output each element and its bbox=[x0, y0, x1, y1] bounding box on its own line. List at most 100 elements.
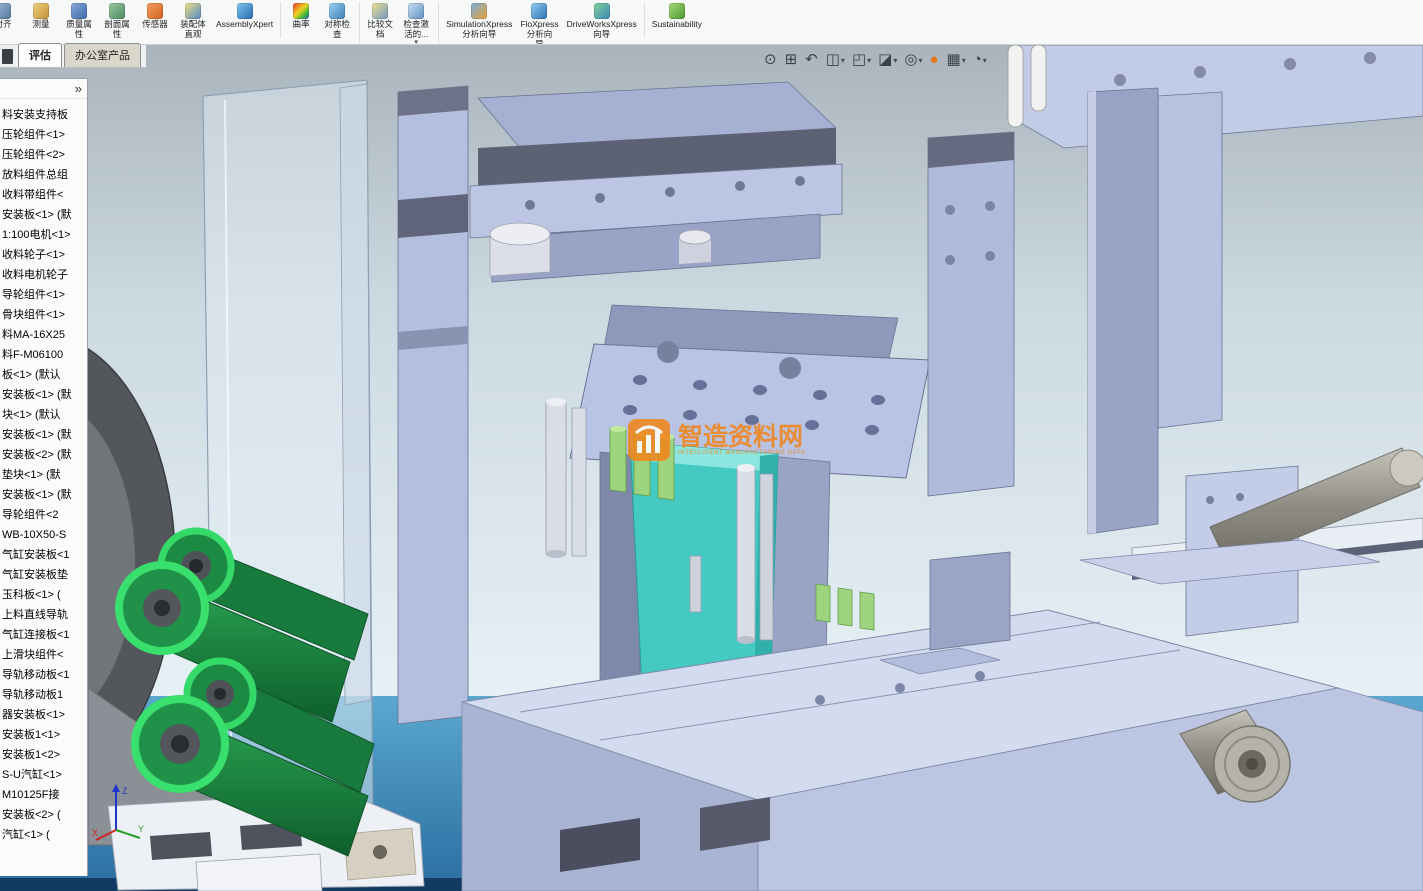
feature-tree-item[interactable]: 收料轮子<1> bbox=[0, 245, 87, 265]
ribbon-tool[interactable]: 检查激 活的... ▾ bbox=[397, 2, 435, 44]
apply-scene-icon: ▦ bbox=[946, 51, 961, 68]
ribbon-tool-label: 质量属 性 bbox=[66, 19, 92, 39]
feature-tree-item[interactable]: 收料电机轮子 bbox=[0, 265, 87, 285]
ribbon-tool[interactable]: 装配体 直观 bbox=[174, 2, 212, 44]
feature-tree-item[interactable]: 气缸安装板垫 bbox=[0, 565, 87, 585]
feature-tree-header: » bbox=[0, 79, 87, 99]
feature-tree-item[interactable]: 料F-M06100 bbox=[0, 345, 87, 365]
feature-tree-item[interactable]: 气缸连接板<1 bbox=[0, 625, 87, 645]
apply-scene-button[interactable]: ▦ ▾ bbox=[945, 50, 968, 70]
graphics-viewport[interactable] bbox=[0, 45, 1423, 891]
ribbon-tool[interactable]: FloXpress 分析向 导 bbox=[516, 2, 562, 45]
collapse-panel-button[interactable]: » bbox=[75, 80, 82, 98]
feature-tree-item[interactable]: 气缸安装板<1 bbox=[0, 545, 87, 565]
view-settings-button[interactable]: ◔ ▾ bbox=[971, 50, 989, 70]
dropdown-arrow-icon: ▾ bbox=[982, 55, 987, 65]
dropdown-arrow-icon: ▾ bbox=[867, 55, 872, 65]
triad-x-label: X bbox=[92, 828, 98, 838]
ribbon-tool[interactable]: 测量 bbox=[22, 2, 60, 38]
edit-appearance-button[interactable]: ● bbox=[927, 50, 941, 70]
ribbon-tool[interactable]: SimulationXpress 分析向导 bbox=[438, 2, 516, 44]
viewport-3d-scene bbox=[0, 45, 1423, 891]
feature-tree-item[interactable]: 器安装板<1> bbox=[0, 705, 87, 725]
ribbon-tool-label: Sustainability bbox=[651, 19, 702, 29]
ribbon-tool-label: 测量 bbox=[32, 19, 50, 29]
ribbon-tool[interactable]: Sustainability bbox=[643, 2, 706, 38]
ribbon-tool-label: FloXpress 分析向 导 bbox=[520, 19, 559, 45]
ribbon-tool[interactable]: 曲率 bbox=[280, 2, 318, 38]
feature-tree-item[interactable]: 上滑块组件< bbox=[0, 645, 87, 665]
upper-plate-assembly[interactable] bbox=[469, 81, 843, 283]
ribbon-toolbar: 对齐 测量 质量属 性 剖面属 性 传感器 装配体 直观 AssemblyXpe… bbox=[0, 0, 1423, 45]
feature-tree-item[interactable]: S-U汽缸<1> bbox=[0, 765, 87, 785]
orientation-triad[interactable]: Z X Y bbox=[90, 780, 146, 849]
feature-tree-item[interactable]: 上料直线导轨 bbox=[0, 605, 87, 625]
ribbon-tool-label: 对称检 查 bbox=[324, 19, 350, 39]
feature-tree-item[interactable]: 板<1> (默认 bbox=[0, 365, 87, 385]
view-orientation-button[interactable]: ◰ ▾ bbox=[850, 50, 873, 70]
assemblyxpert-icon bbox=[236, 3, 253, 19]
triad-z-label: Z bbox=[122, 786, 128, 796]
ribbon-tool[interactable]: DriveWorksXpress 向导 bbox=[563, 2, 641, 44]
feature-tree-item[interactable]: 安装板1<1> bbox=[0, 725, 87, 745]
symmetry-check-icon bbox=[329, 3, 346, 19]
feature-tree-item[interactable]: 料安装支持板 bbox=[0, 105, 87, 125]
floxpress-icon bbox=[531, 3, 548, 19]
ribbon-tool[interactable]: 对齐 bbox=[0, 2, 22, 38]
left-column-part[interactable] bbox=[397, 85, 469, 725]
feature-tree-item[interactable]: 安装板<1> (默 bbox=[0, 485, 87, 505]
feature-tree-item[interactable]: 1:100电机<1> bbox=[0, 225, 87, 245]
feature-tree-item[interactable]: 安装板<1> (默 bbox=[0, 425, 87, 445]
feature-tree-item[interactable]: 安装板<2> ( bbox=[0, 805, 87, 825]
feature-tree-item[interactable]: 导轨移动板<1 bbox=[0, 665, 87, 685]
feature-tree-item[interactable]: 料MA-16X25 bbox=[0, 325, 87, 345]
feature-tree-item[interactable]: 放料组件总组 bbox=[0, 165, 87, 185]
command-tab[interactable]: 评估 bbox=[18, 43, 62, 67]
view-orientation-cube-icon: ◰ bbox=[851, 51, 867, 68]
feature-tree-item[interactable]: 垫块<1> (默 bbox=[0, 465, 87, 485]
feature-tree-item[interactable]: 玉科板<1> ( bbox=[0, 585, 87, 605]
zoom-area-button[interactable]: ⊞ bbox=[783, 50, 801, 70]
feature-tree-item[interactable]: 块<1> (默认 bbox=[0, 405, 87, 425]
triad-y-label: Y bbox=[138, 824, 144, 834]
sensor-icon bbox=[147, 3, 163, 19]
feature-tree-item[interactable]: 汽缸<1> ( bbox=[0, 825, 87, 845]
align-icon bbox=[0, 3, 11, 19]
ribbon-tool[interactable]: 剖面属 性 bbox=[98, 2, 136, 44]
ribbon-tool[interactable]: 比较文 档 bbox=[359, 2, 397, 44]
ribbon-tool[interactable]: 质量属 性 bbox=[60, 2, 98, 44]
feature-tree-item[interactable]: 导轮组件<1> bbox=[0, 285, 87, 305]
feature-tree-item[interactable]: 压轮组件<2> bbox=[0, 145, 87, 165]
feature-tree-item[interactable]: 压轮组件<1> bbox=[0, 125, 87, 145]
feature-tree-item[interactable]: 安装板1<2> bbox=[0, 745, 87, 765]
feature-tree-item[interactable]: WB-10X50-S bbox=[0, 525, 87, 545]
ribbon-tool[interactable]: 对称检 查 bbox=[318, 2, 356, 44]
feature-tree-item[interactable]: 导轮组件<2 bbox=[0, 505, 87, 525]
zoom-fit-button[interactable]: ⊙ bbox=[762, 50, 780, 70]
ribbon-tool-label: AssemblyXpert bbox=[216, 19, 274, 29]
feature-tree-item[interactable]: 骨块组件<1> bbox=[0, 305, 87, 325]
ribbon-tool-label: 装配体 直观 bbox=[180, 19, 206, 39]
measure-icon bbox=[33, 3, 49, 19]
ribbon-tool[interactable]: 传感器 bbox=[136, 2, 174, 38]
view-settings-icon: ◔ bbox=[972, 51, 982, 68]
feature-tree-item[interactable]: M10125F接 bbox=[0, 785, 87, 805]
ribbon-tool-label: SimulationXpress 分析向导 bbox=[446, 19, 513, 39]
hide-show-items-button[interactable]: ◎ ▾ bbox=[902, 50, 924, 70]
ribbon-tool-label: 对齐 bbox=[0, 19, 12, 29]
feature-tree-item[interactable]: 安装板<1> (默 bbox=[0, 205, 87, 225]
ribbon-tool-label: DriveWorksXpress 向导 bbox=[566, 19, 637, 39]
file-icon bbox=[2, 49, 13, 64]
display-style-button[interactable]: ◪ ▾ bbox=[876, 50, 899, 70]
feature-tree-item[interactable]: 导轨移动板1 bbox=[0, 685, 87, 705]
ribbon-tool[interactable]: AssemblyXpert bbox=[212, 2, 277, 38]
previous-view-button[interactable]: ↶ bbox=[803, 50, 821, 70]
command-tab-bar: 评估 办公室产品 bbox=[0, 43, 146, 68]
heads-up-view-toolbar: ⊙ ⊞ ↶ ◫ ▾ ◰ ▾ ◪ ▾ ◎ ▾ ● ▦ ▾ ◔ ▾ bbox=[762, 50, 989, 70]
feature-tree-item[interactable]: 安装板<1> (默 bbox=[0, 385, 87, 405]
command-tab[interactable]: 办公室产品 bbox=[64, 43, 141, 67]
feature-tree-item[interactable]: 收料带组件< bbox=[0, 185, 87, 205]
section-properties-icon bbox=[109, 3, 125, 19]
section-view-button[interactable]: ◫ ▾ bbox=[824, 50, 847, 70]
feature-tree-item[interactable]: 安装板<2> (默 bbox=[0, 445, 87, 465]
